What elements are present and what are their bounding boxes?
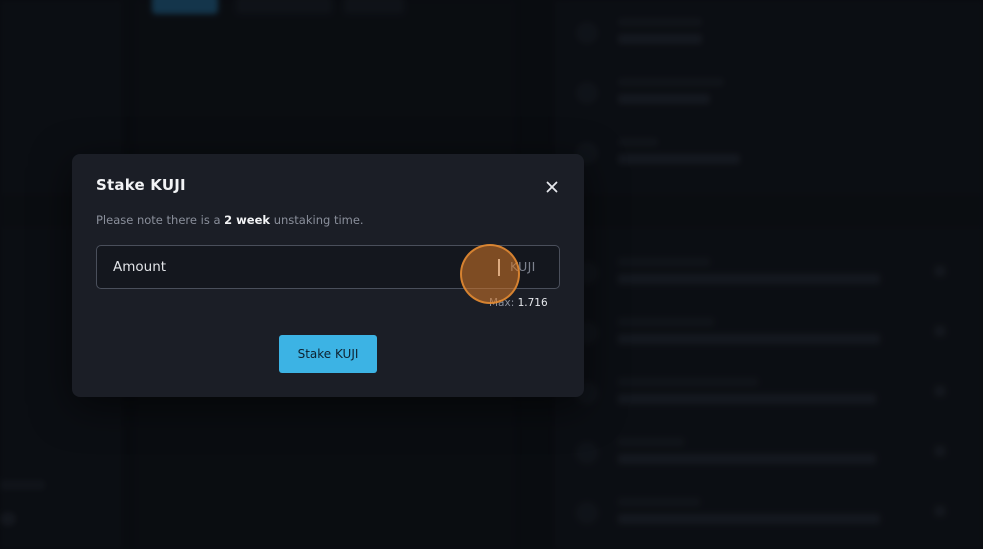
unstaking-note: Please note there is a 2 week unstaking … — [96, 213, 364, 227]
modal-title: Stake KUJI — [96, 176, 186, 194]
max-value: 1.716 — [517, 297, 548, 309]
app-screen: Stake KUJI Please note there is a 2 week… — [0, 0, 983, 549]
close-icon — [546, 181, 558, 193]
stake-modal: Stake KUJI Please note there is a 2 week… — [72, 154, 584, 397]
close-button[interactable] — [541, 177, 563, 197]
amount-unit: KUJI — [510, 259, 536, 274]
amount-input[interactable] — [97, 246, 477, 288]
amount-field[interactable]: KUJI — [96, 245, 560, 289]
note-suffix: unstaking time. — [270, 213, 364, 227]
stake-kuji-button[interactable]: Stake KUJI — [279, 335, 377, 373]
max-balance[interactable]: Max: 1.716 — [489, 297, 548, 309]
text-caret — [498, 259, 500, 276]
max-label: Max: — [489, 297, 518, 309]
note-prefix: Please note there is a — [96, 213, 225, 227]
note-duration: 2 week — [224, 213, 271, 227]
